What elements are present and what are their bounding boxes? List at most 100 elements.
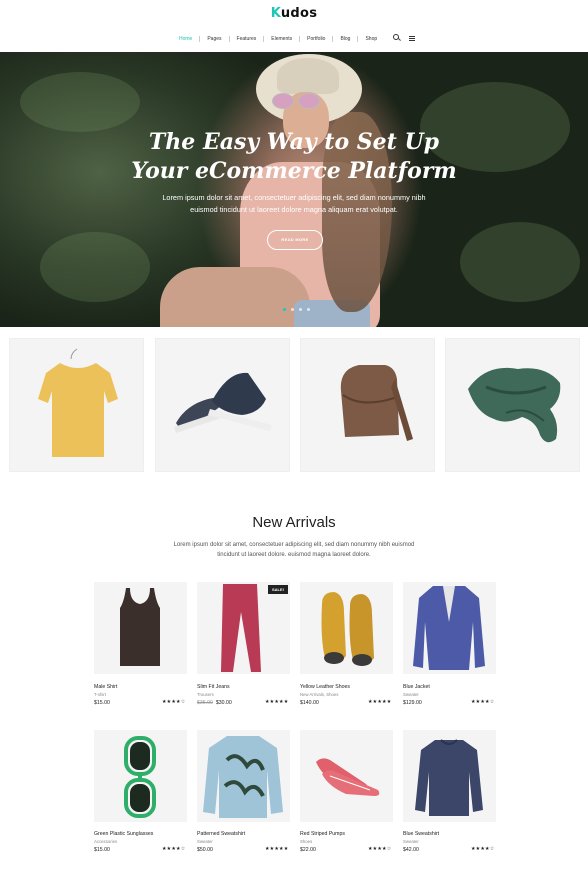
product-name[interactable]: Red Striped Pumps: [300, 831, 345, 837]
pumps-image: [316, 758, 380, 796]
product-image-pumps[interactable]: [300, 730, 393, 822]
price-current: $42.00: [403, 847, 419, 853]
hero-foliage: [460, 222, 580, 302]
section-subtitle: Lorem ipsum dolor sit amet, consectetuer…: [160, 540, 428, 560]
product-price: $15.00: [94, 700, 110, 706]
category-tile-shoes[interactable]: [155, 338, 290, 472]
hero-title-line2: Your eCommerce Platform: [131, 158, 457, 184]
nav-item-features[interactable]: Features: [230, 35, 265, 42]
price-current: $15.00: [94, 847, 110, 853]
product-name[interactable]: Blue Jacket: [403, 684, 430, 690]
slider-dot[interactable]: [291, 308, 294, 311]
sweatshirt-image: [203, 736, 283, 818]
price-current: $22.00: [300, 847, 316, 853]
product-price: $15.00: [94, 847, 110, 853]
hero-text-line1: Lorem ipsum dolor sit amet, consectetuer…: [162, 193, 426, 202]
product-name[interactable]: Green Plastic Sunglasses: [94, 831, 153, 837]
shoes-image: [174, 372, 272, 433]
nav-item-blog[interactable]: Blog: [333, 35, 359, 42]
section-subtitle-line2: tincidunt ut laoreet dolore. euismod mag…: [217, 552, 371, 558]
product-image-jeans[interactable]: SALE!: [197, 582, 290, 674]
price-current: $30.00: [215, 700, 232, 706]
jacket-image: [413, 586, 485, 670]
star-rating: ★★★★☆: [471, 699, 495, 705]
product-category[interactable]: Sweater: [197, 839, 213, 844]
slider-dot[interactable]: [307, 308, 310, 311]
price-current: $129.00: [403, 700, 422, 706]
category-tile-scarf[interactable]: [445, 338, 580, 472]
jeans-image: [221, 584, 261, 672]
scarf-image: [468, 367, 561, 443]
tshirt-image: [38, 348, 118, 457]
slider-dot[interactable]: [299, 308, 302, 311]
search-icon[interactable]: [392, 34, 401, 43]
product-image-tank-top[interactable]: [94, 582, 187, 674]
hero-title: The Easy Way to Set Up Your eCommerce Pla…: [0, 128, 588, 186]
main-nav: Home Pages Features Elements Portfolio B…: [172, 34, 418, 43]
product-name[interactable]: Yellow Leather Shoes: [300, 684, 350, 690]
product-category[interactable]: Accessories: [94, 839, 117, 844]
menu-icon[interactable]: [409, 34, 418, 43]
product-price: $50.00: [197, 847, 213, 853]
tank-top-image: [120, 588, 160, 666]
price-old: $35.00: [197, 700, 213, 706]
logo-text: udos: [280, 6, 318, 21]
hero-text: Lorem ipsum dolor sit amet, consectetuer…: [150, 192, 438, 216]
product-name[interactable]: Patterned Sweatshirt: [197, 831, 245, 837]
hero-title-line1: The Easy Way to Set Up: [148, 129, 440, 155]
product-image-boots[interactable]: [300, 582, 393, 674]
category-tile-tshirt[interactable]: [9, 338, 144, 472]
product-price: $22.00: [300, 847, 316, 853]
site-logo[interactable]: Kudos: [0, 6, 588, 21]
hero-slider: The Easy Way to Set Up Your eCommerce Pla…: [0, 52, 588, 327]
nav-item-portfolio[interactable]: Portfolio: [300, 35, 334, 42]
nav-item-home[interactable]: Home: [172, 35, 201, 42]
sale-badge: SALE!: [268, 585, 288, 594]
price-current: $15.00: [94, 700, 110, 706]
product-price: $42.00: [403, 847, 419, 853]
category-tile-bag[interactable]: [300, 338, 435, 472]
product-category[interactable]: New Arrivals, Shoes: [300, 692, 338, 697]
read-more-button[interactable]: READ MORE: [267, 230, 323, 250]
product-image-blue-sweatshirt[interactable]: [403, 730, 496, 822]
boots-image: [321, 592, 374, 666]
section-title: New Arrivals: [252, 514, 336, 531]
bag-image: [340, 365, 413, 441]
star-rating: ★★★★★: [265, 846, 289, 852]
product-image-sweatshirt[interactable]: [197, 730, 290, 822]
section-subtitle-line1: Lorem ipsum dolor sit amet, consectetuer…: [173, 542, 415, 548]
star-rating: ★★★★★: [368, 699, 392, 705]
product-category[interactable]: T-shirt: [94, 692, 106, 697]
nav-item-pages[interactable]: Pages: [200, 35, 230, 42]
nav-item-shop[interactable]: Shop: [358, 36, 384, 42]
hero-foliage: [40, 232, 150, 302]
product-name[interactable]: Blue Sweatshirt: [403, 831, 439, 837]
hero-foliage: [20, 72, 140, 132]
product-category[interactable]: Trousers: [197, 692, 214, 697]
hero-model-hat-crown: [277, 58, 339, 94]
product-price: $35.00 $30.00: [197, 700, 232, 706]
product-image-sunglasses[interactable]: [94, 730, 187, 822]
sunglasses-image: [124, 736, 156, 818]
product-category[interactable]: Shoes: [300, 839, 312, 844]
star-rating: ★★★★★: [265, 699, 289, 705]
product-name[interactable]: Slim Fit Jeans: [197, 684, 230, 690]
price-current: $50.00: [197, 847, 213, 853]
hero-model-sunglasses: [272, 93, 322, 109]
slider-dot[interactable]: [283, 308, 286, 311]
nav-item-elements[interactable]: Elements: [264, 35, 301, 42]
product-category[interactable]: Sweater: [403, 839, 419, 844]
product-category[interactable]: Sweater: [403, 692, 419, 697]
product-price: $140.00: [300, 700, 319, 706]
blue-sweatshirt-image: [415, 739, 483, 816]
product-name[interactable]: Male Shirt: [94, 684, 117, 690]
star-rating: ★★★★☆: [162, 846, 186, 852]
star-rating: ★★★★☆: [368, 846, 392, 852]
star-rating: ★★★★☆: [162, 699, 186, 705]
star-rating: ★★★★☆: [471, 846, 495, 852]
hero-model-legs: [160, 267, 310, 327]
hero-text-line2: euismod tincidunt ut laoreet dolore magn…: [190, 205, 398, 214]
product-image-jacket[interactable]: [403, 582, 496, 674]
slider-dots: [283, 308, 310, 311]
price-current: $140.00: [300, 700, 319, 706]
